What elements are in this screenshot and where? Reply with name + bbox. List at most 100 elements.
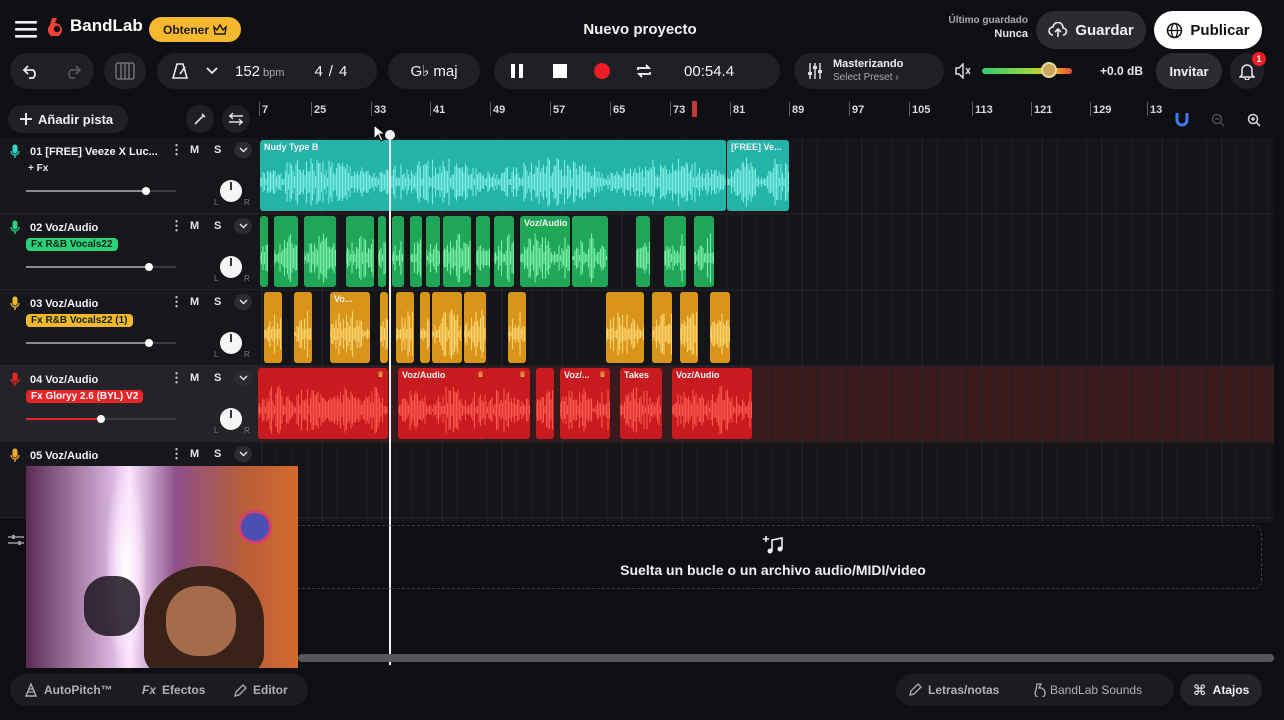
mastering-button[interactable]: Masterizando Select Preset › — [794, 53, 944, 89]
clip-track3[interactable] — [606, 292, 644, 363]
mute-button[interactable]: M — [190, 448, 199, 460]
metronome-icon[interactable] — [157, 53, 203, 89]
magnet-icon[interactable] — [1172, 110, 1192, 130]
chevron-down-icon[interactable] — [234, 446, 252, 462]
mute-button[interactable]: M — [190, 296, 199, 308]
clip-track4[interactable]: Voz/... ♛ — [560, 368, 610, 439]
bandlab-sounds-button[interactable]: BandLab Sounds — [1034, 683, 1142, 697]
track-volume-thumb[interactable] — [145, 339, 153, 347]
record-button[interactable] — [580, 53, 624, 89]
solo-button[interactable]: S — [214, 220, 221, 232]
track-volume-slider[interactable] — [26, 342, 149, 344]
clip-track2[interactable] — [304, 216, 336, 287]
clip-track2[interactable] — [664, 216, 686, 287]
clip-track3[interactable] — [680, 292, 698, 363]
time-signature[interactable]: 4 / 4 — [314, 63, 347, 80]
horizontal-scrollbar[interactable] — [298, 654, 1274, 662]
clip-track3[interactable] — [294, 292, 312, 363]
stop-button[interactable] — [540, 53, 580, 89]
clip-track3[interactable] — [420, 292, 430, 363]
clip-track4[interactable]: ♛ — [486, 368, 530, 439]
clip-track3[interactable] — [380, 292, 388, 363]
shortcuts-button[interactable]: ⌘ Atajos — [1180, 674, 1262, 706]
mixer-icon[interactable] — [6, 532, 26, 548]
chevron-down-icon[interactable] — [203, 53, 221, 89]
autopitch-button[interactable]: AutoPitch™ — [24, 683, 113, 697]
solo-button[interactable]: S — [214, 144, 221, 156]
fx-tag[interactable]: Fx R&B Vocals22 (1) — [26, 314, 133, 327]
editor-button[interactable]: Editor — [234, 683, 288, 697]
dropzone[interactable]: Suelta un bucle o un archivo audio/MIDI/… — [284, 525, 1262, 589]
track-options-icon[interactable]: ⋮ — [170, 446, 183, 462]
clip-track2[interactable] — [378, 216, 386, 287]
clip-track2[interactable] — [443, 216, 471, 287]
master-volume-slider[interactable] — [982, 62, 1072, 78]
mute-button[interactable]: M — [190, 144, 199, 156]
track-name[interactable]: 01 [FREE] Veeze X Luc... — [30, 146, 158, 158]
mute-button[interactable]: M — [190, 220, 199, 232]
add-track-button[interactable]: Añadir pista — [8, 105, 128, 133]
clip-track2[interactable] — [636, 216, 650, 287]
pan-knob[interactable] — [220, 180, 242, 202]
chevron-down-icon[interactable] — [234, 294, 252, 310]
chevron-down-icon[interactable] — [234, 142, 252, 158]
project-title[interactable]: Nuevo proyecto — [560, 21, 720, 38]
loop-end-marker[interactable] — [692, 101, 697, 117]
clip-track3[interactable] — [432, 292, 462, 363]
clip-track3[interactable] — [508, 292, 526, 363]
effects-button[interactable]: Fx Efectos — [142, 683, 205, 697]
track-name[interactable]: 02 Voz/Audio — [30, 222, 98, 234]
track-volume-thumb[interactable] — [142, 187, 150, 195]
solo-button[interactable]: S — [214, 448, 221, 460]
pan-knob[interactable] — [220, 408, 242, 430]
clip-track2[interactable] — [260, 216, 268, 287]
time-display[interactable]: 00:54.4 — [684, 63, 734, 80]
track-header-4[interactable]: 04 Voz/Audio ⋮ M S Fx Gloryy 2.6 (BYL) V… — [0, 366, 258, 442]
clip-track3[interactable]: Vo... — [330, 292, 370, 363]
track-volume-slider[interactable] — [26, 190, 146, 192]
track-volume-slider[interactable] — [26, 418, 101, 420]
speaker-icon[interactable] — [952, 60, 974, 82]
zoom-in-icon[interactable] — [1244, 110, 1264, 130]
chevron-down-icon[interactable] — [234, 370, 252, 386]
loop-button[interactable] — [624, 53, 664, 89]
lyrics-button[interactable]: Letras/notas — [908, 683, 999, 697]
solo-button[interactable]: S — [214, 296, 221, 308]
clip-track2[interactable] — [572, 216, 608, 287]
pan-knob[interactable] — [220, 332, 242, 354]
track-options-icon[interactable]: ⋮ — [170, 294, 183, 310]
chevron-down-icon[interactable] — [234, 218, 252, 234]
zoom-out-icon[interactable] — [1208, 110, 1228, 130]
pan-knob[interactable] — [220, 256, 242, 278]
clip-track4[interactable]: Voz/Audio ♛ — [398, 368, 488, 439]
mute-button[interactable]: M — [190, 372, 199, 384]
clip-track3[interactable] — [464, 292, 486, 363]
track-header-2[interactable]: 02 Voz/Audio ⋮ M S Fx R&B Vocals22 L R — [0, 214, 258, 290]
clip-track2[interactable] — [494, 216, 514, 287]
clip-track2[interactable] — [392, 216, 404, 287]
track-header-3[interactable]: 03 Voz/Audio ⋮ M S Fx R&B Vocals22 (1) L… — [0, 290, 258, 366]
get-button[interactable]: Obtener — [149, 17, 241, 42]
clip-track2[interactable] — [694, 216, 714, 287]
clip-track2[interactable] — [274, 216, 298, 287]
notifications-button[interactable]: 1 — [1230, 52, 1266, 89]
clip-track4[interactable]: Takes — [620, 368, 662, 439]
track-settings-button[interactable] — [222, 105, 250, 133]
fx-tag[interactable]: Fx Gloryy 2.6 (BYL) V2 — [26, 390, 144, 403]
clip-track3[interactable] — [396, 292, 414, 363]
publish-button[interactable]: Publicar — [1154, 11, 1262, 49]
key-selector[interactable]: G♭ maj — [388, 53, 480, 89]
fx-tag[interactable]: Fx R&B Vocals22 — [26, 238, 118, 251]
clip-track2[interactable]: Voz/Audio — [520, 216, 570, 287]
solo-button[interactable]: S — [214, 372, 221, 384]
bandlab-logo[interactable]: BandLab — [48, 16, 143, 36]
track-volume-thumb[interactable] — [97, 415, 105, 423]
track-volume-slider[interactable] — [26, 266, 149, 268]
clip-track1-main[interactable]: Nudy Type B — [260, 140, 726, 211]
clip-track1-end[interactable]: [FREE] Ve... — [727, 140, 789, 211]
track-options-icon[interactable]: ⋮ — [170, 370, 183, 386]
volume-thumb[interactable] — [1041, 62, 1057, 78]
undo-icon[interactable] — [10, 53, 52, 89]
track-name[interactable]: 04 Voz/Audio — [30, 374, 98, 386]
track-name[interactable]: 05 Voz/Audio — [30, 450, 98, 462]
